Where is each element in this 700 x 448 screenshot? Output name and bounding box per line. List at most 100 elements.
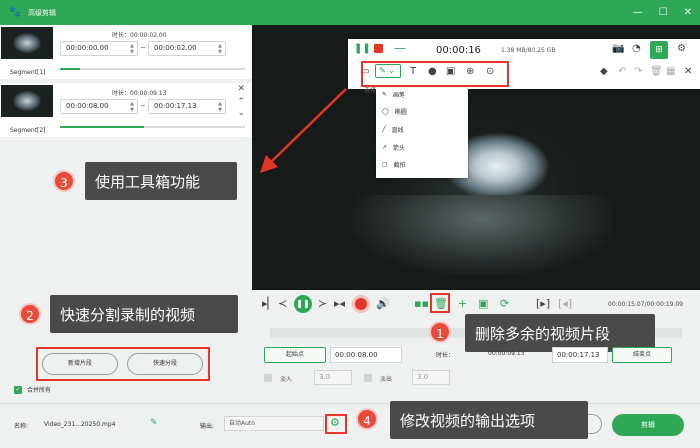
maximize-icon[interactable]: ☐ bbox=[659, 7, 668, 18]
fade-in-label: 淡入 bbox=[280, 376, 293, 383]
clock-icon[interactable]: ◔ bbox=[632, 43, 641, 54]
segment-end-input[interactable]: 00:00:17.13 ▲ ▼ bbox=[148, 99, 226, 114]
playback-time: 00:00:15.07/00:00:19.09 bbox=[608, 301, 683, 308]
bottom-bar: 名称: Video_231...20250.mp4 ✎ 输出: 自动Auto ⚙… bbox=[0, 401, 700, 448]
app-logo-icon: 🐾 bbox=[8, 6, 22, 18]
menu-item[interactable]: ╱ 直线 bbox=[382, 125, 404, 134]
callout-badge: 1 bbox=[429, 321, 451, 343]
highlight-box bbox=[361, 61, 509, 87]
rewind-icon[interactable]: ≺ bbox=[278, 297, 287, 310]
mark-out-icon[interactable]: [◂] bbox=[558, 297, 572, 310]
minimize-icon[interactable]: — bbox=[633, 7, 643, 18]
output-settings-icon[interactable]: ⚙ bbox=[330, 416, 340, 429]
edit-name-icon[interactable]: ✎ bbox=[150, 418, 158, 428]
fade-in-checkbox[interactable] bbox=[264, 374, 272, 382]
refresh-icon[interactable]: ⟳ bbox=[500, 297, 509, 310]
player-controls: ▸▏ ≺ ❚❚ ≻ ▸◂ 🔊 ▪▪ 🗑 + ▣ ⟳ [▸] [◂] 00:00:… bbox=[252, 293, 700, 315]
remove-segment-icon[interactable]: ✕ bbox=[237, 84, 245, 94]
close-toolbox-icon[interactable]: ✕ bbox=[684, 66, 692, 77]
eraser-icon[interactable]: ◆ bbox=[600, 66, 608, 77]
quick-split-button[interactable]: 快速分段 bbox=[127, 353, 203, 375]
segment-item[interactable]: Segment[1] 时长：00:00:02.00 00:00:00.00 ▲ ▼ … bbox=[0, 25, 251, 79]
duration-value: 00:00:09.13 bbox=[488, 350, 525, 357]
expand-icon[interactable]: ⌄ bbox=[237, 108, 245, 118]
end-point-button[interactable]: 结束点 bbox=[612, 347, 672, 363]
spinner-icon[interactable]: ▲ ▼ bbox=[218, 101, 222, 113]
merge-all-label: 合并所有 bbox=[27, 387, 52, 394]
segment-progress bbox=[60, 68, 245, 70]
segment-end-input[interactable]: 00:00:02.00 ▲ ▼ bbox=[148, 41, 226, 56]
menu-item[interactable]: ↗ 箭头 bbox=[382, 143, 405, 152]
collapse-icon[interactable]: ⌃ bbox=[237, 97, 245, 107]
stop-icon[interactable] bbox=[374, 44, 383, 53]
clear-icon[interactable]: ▦ bbox=[666, 66, 675, 77]
editor-panel: ❚❚ — 00:00:16 1.38 MB/80.25 GB 📷 ◔ ⊞ ⚙ ▭… bbox=[252, 25, 700, 403]
pen-icon: ✎ bbox=[382, 91, 388, 98]
segment-progress bbox=[60, 126, 245, 128]
redo-icon[interactable]: ↷ bbox=[634, 66, 642, 77]
spinner-icon[interactable]: ▲ ▼ bbox=[130, 43, 134, 55]
ellipse-icon: ◯ bbox=[382, 108, 389, 115]
add-icon[interactable]: + bbox=[458, 297, 467, 310]
callout-output: 修改视频的输出选项 bbox=[390, 401, 588, 439]
end-time-input[interactable]: 00:00:17.13 bbox=[552, 347, 608, 363]
merge-all-checkbox[interactable]: ✓ bbox=[14, 386, 22, 394]
edit-button[interactable]: 剪辑 bbox=[612, 414, 684, 436]
segment-panel: Segment[1] 时长：00:00:02.00 00:00:00.00 ▲ ▼ … bbox=[0, 25, 251, 403]
segment-start-input[interactable]: 00:00:00.00 ▲ ▼ bbox=[60, 41, 138, 56]
title-bar: 🐾 高级剪辑 — ☐ ✕ bbox=[0, 0, 700, 25]
output-select[interactable]: 自动Auto bbox=[224, 416, 324, 431]
copy-icon[interactable]: ▣ bbox=[478, 297, 488, 310]
callout-badge: 3 bbox=[53, 170, 75, 192]
prev-frame-icon[interactable]: ▸▏ bbox=[262, 297, 276, 310]
start-point-button[interactable]: 起始点 bbox=[264, 347, 326, 363]
pause-button[interactable]: ❚❚ bbox=[294, 295, 312, 313]
undo-icon[interactable]: ↶ bbox=[618, 66, 626, 77]
pause-icon[interactable]: ❚❚ bbox=[354, 43, 371, 54]
screenshot-icon: ▢ bbox=[382, 161, 388, 168]
segment-item[interactable]: Segment[2] 时长：00:00:09.13 00:00:08.00 ▲ ▼ … bbox=[0, 83, 251, 137]
start-time-input[interactable]: 00:00:08.00 bbox=[330, 347, 402, 363]
volume-icon[interactable]: 🔊 bbox=[376, 297, 390, 310]
camera-icon[interactable]: 📷 bbox=[612, 43, 624, 54]
record-timer: 00:00:16 bbox=[436, 45, 481, 56]
next-frame-icon[interactable]: ▸◂ bbox=[334, 297, 345, 310]
segment-thumbnail bbox=[1, 27, 53, 59]
segment-start-input[interactable]: 00:00:08.00 ▲ ▼ bbox=[60, 99, 138, 114]
minimize-toolbar-icon[interactable]: — bbox=[394, 41, 406, 55]
fade-out-label: 淡出 bbox=[380, 376, 393, 383]
spinner-icon[interactable]: ▲ ▼ bbox=[218, 43, 222, 55]
mark-in-icon[interactable]: [▸] bbox=[536, 297, 550, 310]
window-title: 高级剪辑 bbox=[28, 8, 56, 17]
fade-in-input[interactable]: 3.0 bbox=[314, 370, 352, 385]
pointer-arrow bbox=[260, 88, 347, 173]
file-name: Video_231...20250.mp4 bbox=[44, 421, 116, 428]
name-label: 名称: bbox=[14, 423, 29, 430]
segment-label: Segment[2] bbox=[10, 127, 46, 134]
menu-item[interactable]: ◯ 椭圆 bbox=[382, 107, 407, 116]
new-segment-button[interactable]: 新增片段 bbox=[42, 353, 118, 375]
callout-quick-split: 快速分割录制的视频 bbox=[50, 295, 238, 333]
forward-icon[interactable]: ≻ bbox=[318, 297, 327, 310]
split-icon[interactable]: ▪▪ bbox=[414, 297, 429, 310]
delete-icon[interactable]: 🗑 bbox=[650, 66, 663, 77]
close-icon[interactable]: ✕ bbox=[684, 7, 692, 18]
file-size: 1.38 MB/80.25 GB bbox=[501, 47, 556, 54]
fade-out-input[interactable]: 3.0 bbox=[412, 370, 450, 385]
fade-out-checkbox[interactable] bbox=[364, 374, 372, 382]
video-preview[interactable]: ❚❚ — 00:00:16 1.38 MB/80.25 GB 📷 ◔ ⊞ ⚙ ▭… bbox=[252, 25, 700, 290]
menu-item[interactable]: ✎ 画笔 bbox=[382, 90, 405, 99]
menu-item[interactable]: ▢ 截拍 bbox=[382, 160, 406, 169]
callout-badge: 2 bbox=[19, 303, 41, 325]
duration-label: 时长： bbox=[436, 352, 455, 359]
draw-tools-menu: ✎ 画笔 ◯ 椭圆 ╱ 直线 ↗ 箭头 ▢ 截拍 bbox=[376, 88, 468, 178]
segment-label: Segment[1] bbox=[10, 69, 46, 76]
spinner-icon[interactable]: ▲ ▼ bbox=[130, 101, 134, 113]
gear-icon[interactable]: ⚙ bbox=[677, 43, 686, 54]
line-icon: ╱ bbox=[382, 126, 386, 133]
record-stop-button[interactable] bbox=[352, 295, 370, 313]
toolbox-icon[interactable]: ⊞ bbox=[650, 41, 668, 59]
back-button[interactable] bbox=[588, 414, 602, 434]
arrow-icon: ↗ bbox=[382, 144, 388, 151]
highlight-box bbox=[430, 293, 450, 313]
